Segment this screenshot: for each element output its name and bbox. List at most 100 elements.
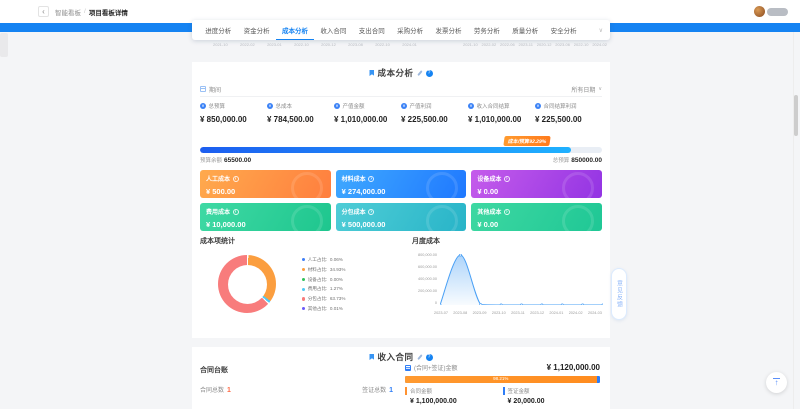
x-tick-label: 2023-12 xyxy=(530,311,544,315)
budget-remaining: 预算余额65500.00 xyxy=(200,156,251,164)
contract-visa-amount-value: ¥ 1,120,000.00 xyxy=(547,363,600,372)
arrow-right-icon xyxy=(504,209,510,215)
donut-chart-title: 成本项统计 xyxy=(200,236,412,246)
analysis-tab[interactable]: 成本分析 xyxy=(276,20,314,40)
contract-stat: 合同总数1 xyxy=(200,385,231,394)
cost-category-card[interactable]: 设备成本 ¥ 0.00 xyxy=(471,170,602,198)
cost-category-card[interactable]: 人工成本 ¥ 500.00 xyxy=(200,170,331,198)
analysis-tab[interactable]: 采购分析 xyxy=(391,20,429,40)
cost-section-title: 成本分析 xyxy=(377,67,413,79)
bar-legend-item: 合同金额 ¥ 1,100,000.00 xyxy=(405,387,503,405)
username-pill xyxy=(767,8,788,16)
contract-stats: 合同总数1签证总数1 xyxy=(200,385,405,394)
arrow-right-icon xyxy=(368,176,374,182)
x-axis-ticks: 2023-072023-082023-092023-102023-112023-… xyxy=(434,311,602,315)
left-edge-artifact xyxy=(0,33,8,57)
user-avatar[interactable] xyxy=(754,6,765,17)
edit-icon[interactable] xyxy=(417,70,423,76)
contract-visa-amount-label: (合同+签证)金额 xyxy=(414,363,458,372)
x-tick-label: 2023-09 xyxy=(473,311,487,315)
analysis-tab[interactable]: 劳务分析 xyxy=(468,20,506,40)
coin-icon xyxy=(267,103,273,109)
breadcrumb-root[interactable]: 智能看板 xyxy=(55,7,81,17)
metric-value: ¥ 850,000.00 xyxy=(200,115,267,124)
analysis-tab[interactable]: 支出合同 xyxy=(353,20,391,40)
cost-donut-chart xyxy=(218,255,276,313)
help-icon[interactable] xyxy=(426,354,433,361)
cost-metric-cards: 总预算 ¥ 850,000.00 总成本 ¥ 784,500.00 产值金额 ¥… xyxy=(200,102,602,124)
cost-card-label: 材料成本 xyxy=(342,174,366,183)
cost-category-card[interactable]: 分包成本 ¥ 500,000.00 xyxy=(336,203,467,231)
period-filter-label: 期间 xyxy=(209,85,221,94)
date-range-value[interactable]: 所有日期 xyxy=(571,85,595,94)
cost-card-label: 分包成本 xyxy=(342,207,366,216)
scrollbar-thumb[interactable] xyxy=(794,95,798,136)
ghost-axis-label: 2023-11 xyxy=(519,42,533,47)
legend-dot xyxy=(302,268,305,271)
legend-item: 材料占比 34.93% xyxy=(302,265,345,275)
ghost-axis-label: 2022-10 xyxy=(375,42,390,47)
metric-card: 产值金额 ¥ 1,010,000.00 xyxy=(334,102,401,124)
legend-item: 设备占比 0.00% xyxy=(302,275,345,285)
back-button[interactable]: ‹ xyxy=(38,6,49,17)
cost-card-value: ¥ 500,000.00 xyxy=(342,220,461,229)
cost-card-value: ¥ 10,000.00 xyxy=(206,220,325,229)
cost-category-cards: 人工成本 ¥ 500.00 材料成本 ¥ 274,000.00 设备成本 ¥ 0… xyxy=(200,170,602,231)
analysis-tab[interactable]: 资金分析 xyxy=(237,20,275,40)
coin-icon xyxy=(334,103,340,109)
analysis-tab[interactable]: 进度分析 xyxy=(199,20,237,40)
up-arrow-icon: ↑ xyxy=(775,379,779,387)
metric-card: 产值利润 ¥ 225,500.00 xyxy=(401,102,468,124)
monthly-cost-line xyxy=(440,254,603,305)
cost-category-card[interactable]: 材料成本 ¥ 274,000.00 xyxy=(336,170,467,198)
arrow-right-icon xyxy=(233,176,239,182)
metric-value: ¥ 225,500.00 xyxy=(535,115,602,124)
ghost-axis-labels-right: 2021-102022-022022-062023-112020-122023-… xyxy=(463,42,607,47)
document-icon xyxy=(405,365,411,371)
ghost-axis-label: 2023-06 xyxy=(555,42,570,47)
metric-label: 产值利润 xyxy=(410,102,432,110)
ghost-axis-label: 2021-10 xyxy=(463,42,478,47)
y-tick-label: 200,000.00 xyxy=(412,289,437,293)
cost-budget-ratio-badge: 成本/预算92.29% xyxy=(503,136,551,146)
date-range-dropdown[interactable]: 所有日期 ∨ xyxy=(571,85,602,94)
coin-icon xyxy=(401,103,407,109)
budget-progress-fill xyxy=(200,147,571,153)
analysis-tab[interactable]: 发票分析 xyxy=(429,20,467,40)
back-to-top-button[interactable]: ↑ xyxy=(766,372,787,393)
income-section-title: 收入合同 xyxy=(377,351,413,363)
chevron-down-icon[interactable]: ∨ xyxy=(599,27,603,34)
cost-card-value: ¥ 500.00 xyxy=(206,187,325,196)
cost-card-label: 其他成本 xyxy=(477,207,501,216)
bookmark-icon xyxy=(369,354,374,360)
contract-visa-stacked-bar: 98.21% xyxy=(405,376,600,383)
ghost-axis-label: 2023-01 xyxy=(267,42,282,47)
bookmark-icon xyxy=(369,70,374,76)
scrollbar-track xyxy=(793,0,794,409)
analysis-tab[interactable]: 安全分析 xyxy=(544,20,582,40)
metric-card: 总成本 ¥ 784,500.00 xyxy=(267,102,334,124)
y-tick-label: 0 xyxy=(412,301,437,305)
coin-icon xyxy=(468,103,474,109)
feedback-widget[interactable]: 意见反馈 xyxy=(611,268,627,320)
metric-label: 总预算 xyxy=(209,102,226,110)
analysis-tab[interactable]: 质量分析 xyxy=(506,20,544,40)
cost-card-value: ¥ 0.00 xyxy=(477,220,596,229)
ghost-axis-label: 2022-02 xyxy=(482,42,497,47)
arrow-right-icon xyxy=(504,176,510,182)
y-axis-ticks: 800,000.00600,000.00400,000.00200,000.00… xyxy=(412,253,437,305)
metric-label: 合同结算利润 xyxy=(544,102,577,110)
ghost-axis-label: 2023-08 xyxy=(348,42,363,47)
cost-category-card[interactable]: 费用成本 ¥ 10,000.00 xyxy=(200,203,331,231)
y-tick-label: 400,000.00 xyxy=(412,277,437,281)
visa-bar-fill xyxy=(597,376,601,383)
budget-total: 总预算850000.00 xyxy=(553,156,602,164)
x-tick-label: 2024-03 xyxy=(588,311,602,315)
analysis-tab[interactable]: 收入合同 xyxy=(314,20,352,40)
help-icon[interactable] xyxy=(426,70,433,77)
ghost-axis-label: 2024-01 xyxy=(402,42,417,47)
ghost-axis-label: 2020-12 xyxy=(537,42,552,47)
edit-icon[interactable] xyxy=(417,354,423,360)
ghost-axis-label: 2022-10 xyxy=(574,42,589,47)
cost-category-card[interactable]: 其他成本 ¥ 0.00 xyxy=(471,203,602,231)
